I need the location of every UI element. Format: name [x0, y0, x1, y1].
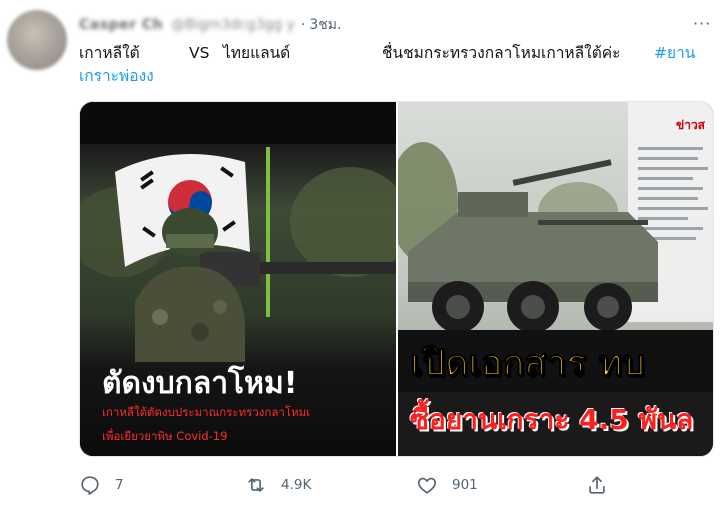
like-count: 901 [452, 477, 478, 493]
reply-button[interactable]: 7 [79, 472, 124, 498]
heart-icon [417, 477, 437, 494]
more-options-icon[interactable]: ··· [693, 14, 711, 33]
like-button[interactable]: 901 [416, 472, 478, 498]
left-subtitle-line2: เพื่อเยียวยาพิษ Covid-19 [102, 429, 228, 443]
media-image-right[interactable]: ข่าวส เปิดเอกสาร ทบ ซื้อยานเกราะ 4.5 พัน… [398, 102, 713, 456]
retweet-count: 4.9K [281, 477, 312, 493]
media-image-left[interactable]: ตัดงบกลาโหม! เกาหลีใต้ตัดงบประมาณกระทรวง… [80, 102, 396, 456]
text-part-korea: เกาหลีใต้ [79, 44, 140, 62]
text-part-praise: ชื่นชมกระทรวงกลาโหมเกาหลีใต้ค่ะ [382, 44, 621, 62]
reply-count: 7 [115, 477, 124, 493]
hashtag-link[interactable]: #ยาน [654, 42, 695, 65]
author-name[interactable]: Casper Ch [79, 17, 163, 33]
share-button[interactable] [586, 472, 608, 498]
retweet-button[interactable]: 4.9K [245, 472, 311, 498]
author-handle[interactable]: @Bigm3dcg3gg y [171, 17, 295, 33]
tweet-header: Casper Ch @Bigm3dcg3gg y · 3ชม. [79, 14, 341, 36]
hashtag-link-continued[interactable]: เกราะพ่องง [79, 65, 704, 88]
text-part-vs: VS [189, 44, 210, 62]
text-part-thailand: ไทยแลนด์ [223, 44, 291, 62]
reply-icon [81, 476, 99, 495]
left-headline: ตัดงบกลาโหม! [102, 366, 298, 401]
share-icon [589, 476, 605, 494]
right-subtitle: ซื้อยานเกราะ 4.5 พันล [410, 403, 694, 436]
avatar[interactable] [7, 10, 67, 70]
news-tag: ข่าวส [676, 118, 706, 132]
tweet-actions: 7 4.9K 901 [79, 472, 714, 498]
retweet-icon [248, 478, 264, 492]
tweet[interactable]: Casper Ch @Bigm3dcg3gg y · 3ชม. ··· เกาห… [0, 0, 726, 509]
media-grid[interactable]: ตัดงบกลาโหม! เกาหลีใต้ตัดงบประมาณกระทรวง… [79, 101, 714, 457]
tweet-text: เกาหลีใต้ VS ไทยแลนด์ ชื่นชมกระทรวงกลาโห… [79, 42, 704, 88]
left-subtitle-line1: เกาหลีใต้ตัดงบประมาณกระทรวงกลาโหมเ [102, 405, 311, 419]
separator-dot: · [300, 17, 306, 33]
timestamp[interactable]: 3ชม. [309, 14, 341, 36]
right-headline: เปิดเอกสาร ทบ [410, 343, 646, 385]
